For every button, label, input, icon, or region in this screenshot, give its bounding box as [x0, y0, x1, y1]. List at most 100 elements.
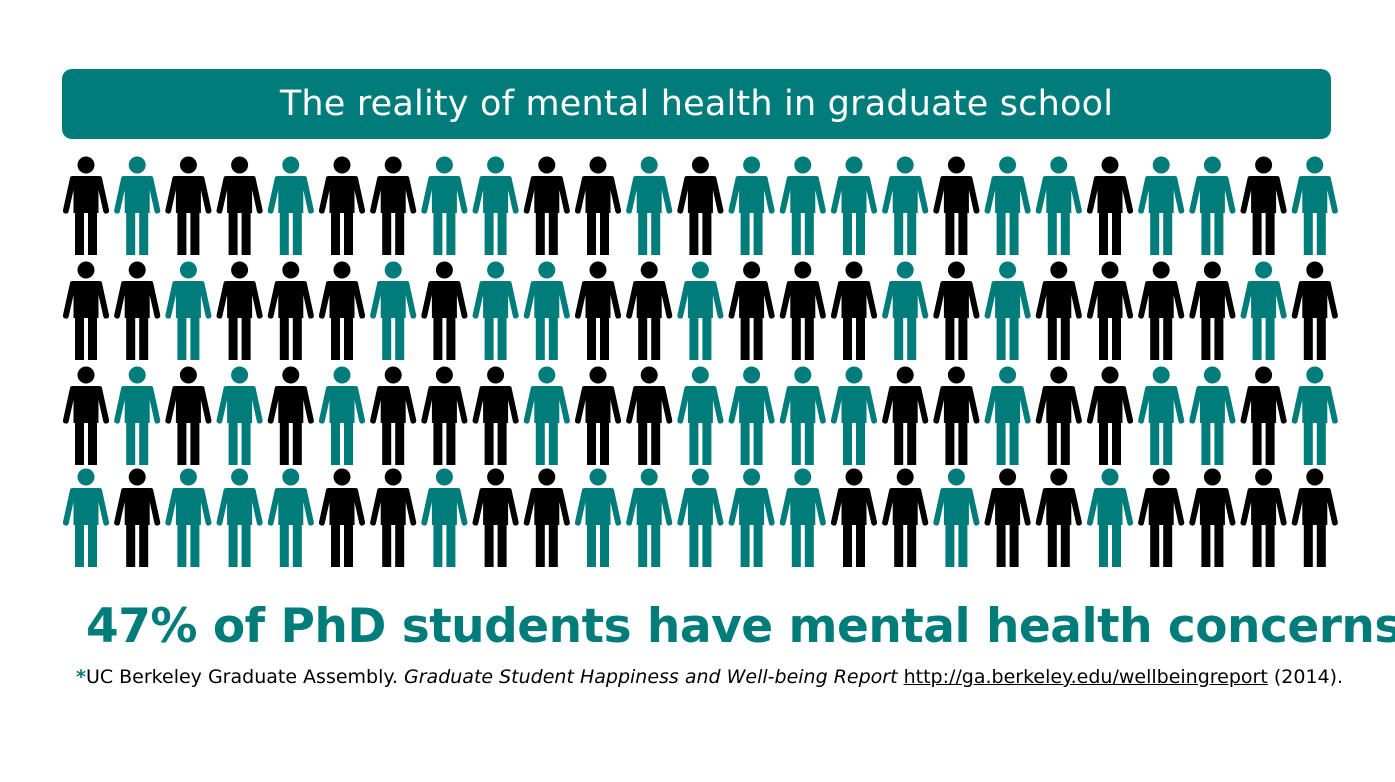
- citation-asterisk: *: [76, 666, 86, 688]
- person-icon: [1291, 366, 1338, 465]
- person-icon: [216, 366, 263, 465]
- person-icon: [1189, 156, 1236, 255]
- person-icon: [1138, 468, 1185, 567]
- person-icon: [114, 156, 161, 255]
- person-icon: [472, 468, 519, 567]
- citation-year: (2014).: [1267, 666, 1344, 688]
- person-icon: [165, 366, 212, 465]
- person-icon: [370, 156, 417, 255]
- person-icon: [574, 366, 622, 465]
- person-icon: [1189, 261, 1236, 360]
- person-icon: [1035, 156, 1082, 255]
- person-icon: [1086, 468, 1134, 567]
- person-icon: [62, 366, 110, 465]
- person-icon: [216, 468, 263, 567]
- person-icon: [933, 468, 980, 567]
- person-icon: [728, 261, 775, 360]
- person-icon: [882, 468, 929, 567]
- person-icon: [626, 156, 673, 255]
- person-icon: [728, 366, 775, 465]
- person-icon: [728, 156, 775, 255]
- person-icon: [472, 261, 519, 360]
- person-icon: [1086, 366, 1134, 465]
- person-icon: [677, 366, 724, 465]
- headline-statistic: 47% of PhD students have mental health c…: [86, 599, 1395, 654]
- person-icon: [984, 156, 1031, 255]
- person-icon: [677, 261, 724, 360]
- person-icon: [472, 156, 519, 255]
- person-icon: [1138, 156, 1185, 255]
- person-icon: [165, 156, 212, 255]
- person-icon: [1291, 261, 1338, 360]
- person-icon: [421, 156, 468, 255]
- person-icon: [114, 468, 161, 567]
- person-icon: [267, 468, 314, 567]
- person-icon: [1189, 468, 1236, 567]
- person-icon: [1291, 156, 1338, 255]
- person-icon: [933, 156, 980, 255]
- person-icon: [318, 156, 366, 255]
- citation-source: UC Berkeley Graduate Assembly.: [85, 666, 405, 688]
- person-icon: [421, 468, 468, 567]
- person-icon: [1138, 366, 1185, 465]
- person-icon: [574, 156, 622, 255]
- page-title: The reality of mental health in graduate…: [279, 84, 1114, 124]
- person-icon: [318, 261, 366, 360]
- person-icon: [267, 156, 314, 255]
- person-icon: [114, 261, 161, 360]
- person-icon: [882, 366, 929, 465]
- person-icon: [62, 468, 110, 567]
- person-icon: [62, 261, 110, 360]
- person-icon: [830, 468, 878, 567]
- person-icon: [574, 261, 622, 360]
- person-icon: [626, 366, 673, 465]
- person-icon: [216, 156, 263, 255]
- person-icon: [779, 156, 826, 255]
- person-icon: [779, 468, 826, 567]
- person-icon: [165, 468, 212, 567]
- person-icon: [370, 468, 417, 567]
- citation: *UC Berkeley Graduate Assembly. Graduate…: [76, 666, 1376, 688]
- person-icon: [882, 156, 929, 255]
- person-icon: [370, 261, 417, 360]
- citation-report-title: Graduate Student Happiness and Well-bein…: [404, 666, 898, 688]
- person-icon: [626, 261, 673, 360]
- person-icon: [1240, 156, 1287, 255]
- person-icon: [1035, 468, 1082, 567]
- person-icon: [677, 156, 724, 255]
- person-icon: [1086, 156, 1134, 255]
- person-icon: [318, 366, 366, 465]
- person-icon: [933, 261, 980, 360]
- title-banner: The reality of mental health in graduate…: [62, 69, 1331, 139]
- person-icon: [882, 261, 929, 360]
- citation-link[interactable]: http://ga.berkeley.edu/wellbeingreport: [904, 666, 1268, 688]
- person-icon: [523, 156, 570, 255]
- person-icon: [421, 366, 468, 465]
- person-icon: [830, 156, 878, 255]
- person-icon: [574, 468, 622, 567]
- person-icon: [1035, 366, 1082, 465]
- person-icon: [933, 366, 980, 465]
- person-icon: [318, 468, 366, 567]
- person-icon: [1240, 366, 1287, 465]
- people-grid: [62, 156, 1338, 567]
- person-icon: [1035, 261, 1082, 360]
- person-icon: [472, 366, 519, 465]
- person-icon: [1291, 468, 1338, 567]
- person-icon: [267, 366, 314, 465]
- person-icon: [523, 366, 570, 465]
- person-icon: [984, 366, 1031, 465]
- person-icon: [523, 261, 570, 360]
- person-icon: [677, 468, 724, 567]
- person-icon: [421, 261, 468, 360]
- person-icon: [216, 261, 263, 360]
- person-icon: [830, 366, 878, 465]
- person-icon: [1240, 468, 1287, 567]
- person-icon: [779, 366, 826, 465]
- person-icon: [626, 468, 673, 567]
- person-icon: [267, 261, 314, 360]
- person-icon: [1086, 261, 1134, 360]
- person-icon: [62, 156, 110, 255]
- person-icon: [114, 366, 161, 465]
- person-icon: [1189, 366, 1236, 465]
